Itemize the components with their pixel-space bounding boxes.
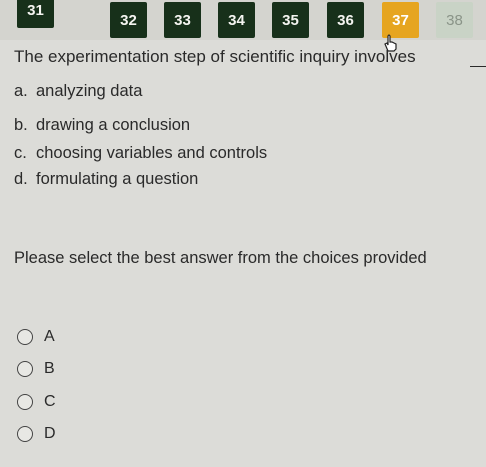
choice-c-text: choosing variables and controls [36, 144, 268, 162]
question-text: The experimentation step of scientific i… [14, 47, 416, 66]
option-d[interactable]: D [17, 424, 56, 444]
option-a-radio[interactable] [17, 329, 33, 345]
option-b-label: B [44, 360, 55, 377]
question-34-button[interactable]: 34 [218, 2, 255, 38]
choice-d-letter: d. [14, 170, 28, 188]
instruction-text: Please select the best answer from the c… [14, 249, 427, 267]
choice-a: a. analyzing data [14, 80, 142, 102]
choice-b: b. drawing a conclusion [14, 114, 190, 136]
option-c-radio[interactable] [17, 394, 33, 410]
option-b-radio[interactable] [17, 361, 33, 377]
choice-a-text: analyzing data [36, 82, 143, 100]
question-38-button[interactable]: 38 [436, 2, 473, 38]
choice-b-text: drawing a conclusion [36, 116, 191, 134]
option-d-radio[interactable] [17, 426, 33, 442]
option-a-label: A [44, 328, 55, 345]
choice-a-letter: a. [14, 82, 28, 100]
question-navigation: 31 32 33 34 35 36 37 38 [0, 0, 486, 40]
choice-c: c. choosing variables and controls [14, 142, 267, 164]
option-d-label: D [44, 425, 56, 442]
answer-blank [470, 66, 486, 67]
question-37-button[interactable]: 37 [382, 2, 419, 38]
question-36-button[interactable]: 36 [327, 2, 364, 38]
choice-d: d. formulating a question [14, 168, 198, 190]
option-a[interactable]: A [17, 327, 55, 347]
choice-b-letter: b. [14, 116, 28, 134]
question-31-button[interactable]: 31 [17, 0, 54, 28]
option-c[interactable]: C [17, 392, 56, 412]
choice-c-letter: c. [14, 144, 27, 162]
question-33-button[interactable]: 33 [164, 2, 201, 38]
question-35-button[interactable]: 35 [272, 2, 309, 38]
choice-d-text: formulating a question [36, 170, 199, 188]
option-b[interactable]: B [17, 359, 55, 379]
question-32-button[interactable]: 32 [110, 2, 147, 38]
option-c-label: C [44, 393, 56, 410]
